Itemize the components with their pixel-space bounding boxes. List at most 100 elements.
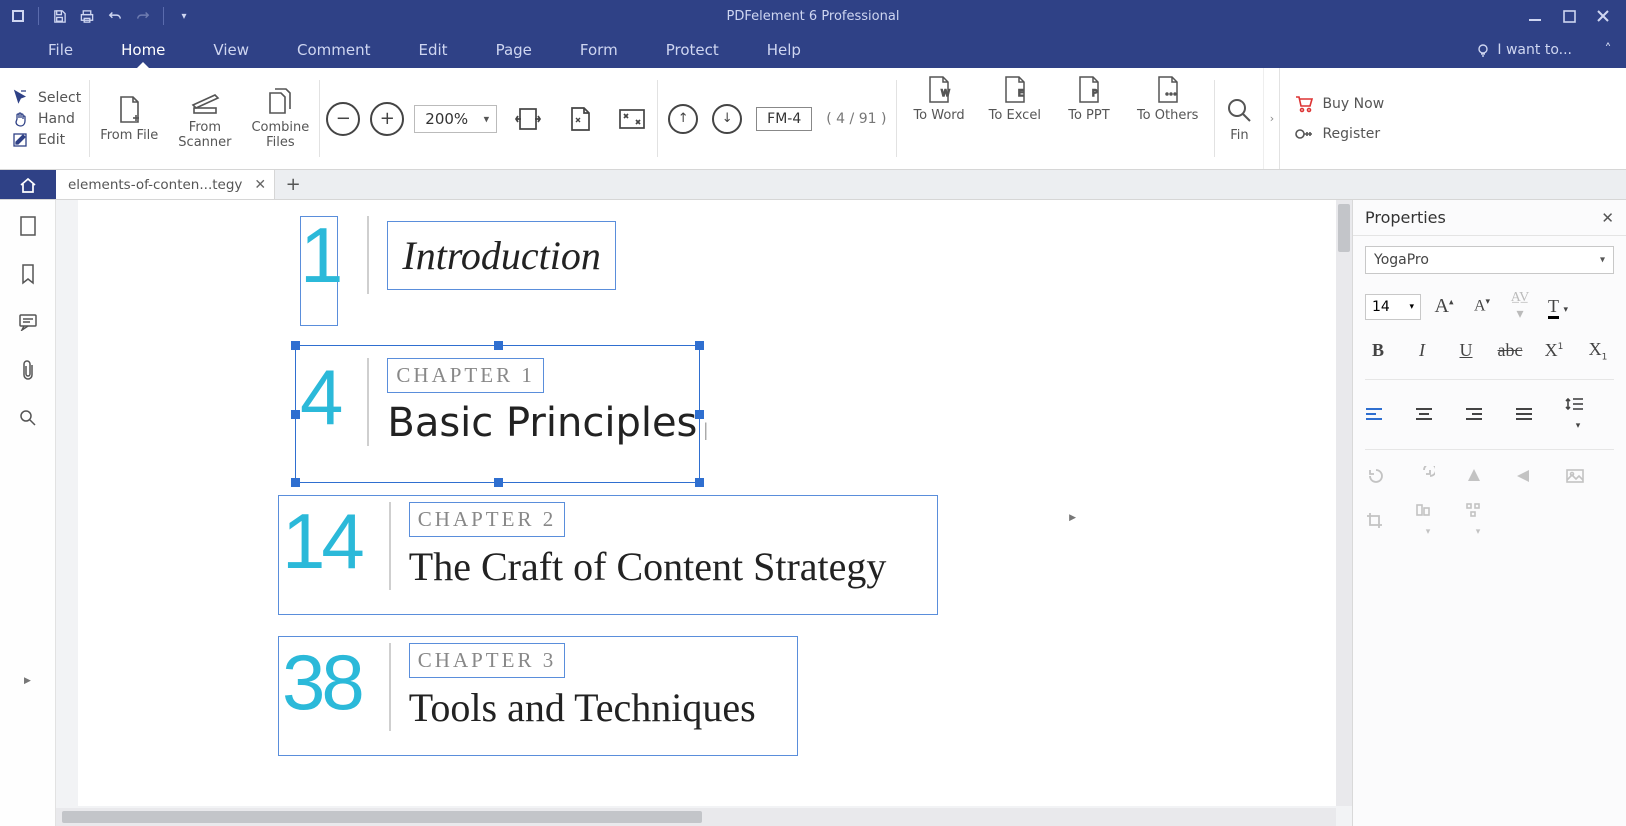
menu-edit[interactable]: Edit: [395, 32, 472, 68]
fit-width-icon[interactable]: [511, 104, 545, 134]
increase-font-icon[interactable]: A▴: [1431, 295, 1457, 318]
ribbon-overflow-icon[interactable]: ›: [1263, 68, 1279, 169]
actual-size-icon[interactable]: [615, 104, 649, 134]
chapter-title[interactable]: Basic Principles|: [387, 399, 708, 446]
hand-tool[interactable]: Hand: [12, 110, 81, 128]
home-icon: [18, 176, 38, 194]
subscript-icon[interactable]: X1: [1585, 339, 1611, 363]
italic-icon[interactable]: I: [1409, 340, 1435, 361]
expand-left-panel[interactable]: ▶: [24, 676, 31, 686]
thumbnails-icon[interactable]: [16, 214, 40, 238]
search-panel-icon[interactable]: [16, 406, 40, 430]
chapter-title[interactable]: Tools and Techniques: [409, 684, 756, 731]
prev-page-button[interactable]: ↑: [668, 104, 698, 134]
save-icon[interactable]: [47, 4, 71, 28]
page-input[interactable]: FM-4: [756, 107, 812, 131]
chapter-title[interactable]: The Craft of Content Strategy: [409, 543, 887, 590]
attachments-icon[interactable]: [16, 358, 40, 382]
char-spacing-icon[interactable]: A̲V̲ ▾: [1507, 290, 1533, 323]
menu-help[interactable]: Help: [743, 32, 825, 68]
edit-tool[interactable]: Edit: [12, 131, 81, 149]
align-justify-icon[interactable]: [1515, 407, 1541, 421]
zoom-select[interactable]: 200%: [414, 105, 497, 133]
menu-home[interactable]: Home: [97, 32, 189, 68]
close-tab-icon[interactable]: ✕: [254, 177, 266, 193]
ppt-icon: P: [1074, 74, 1104, 106]
menu-page[interactable]: Page: [472, 32, 556, 68]
menu-file[interactable]: File: [24, 32, 97, 68]
intro-title[interactable]: Introduction: [387, 221, 616, 290]
combine-files-button[interactable]: Combine Files: [241, 68, 319, 169]
maximize-icon[interactable]: [1552, 4, 1586, 28]
to-ppt-button[interactable]: PTo PPT: [1055, 74, 1123, 124]
collapse-ribbon-icon[interactable]: ˄: [1590, 42, 1626, 58]
chapter-label[interactable]: CHAPTER 3: [409, 643, 565, 678]
right-actions: Buy Now Register: [1279, 68, 1409, 169]
menu-view[interactable]: View: [189, 32, 273, 68]
superscript-icon[interactable]: X1: [1541, 340, 1567, 361]
print-icon[interactable]: [75, 4, 99, 28]
i-want-to[interactable]: I want to...: [1475, 42, 1590, 58]
to-excel-button[interactable]: ETo Excel: [979, 74, 1051, 124]
comments-icon[interactable]: [16, 310, 40, 334]
svg-text:E: E: [1018, 89, 1024, 99]
fit-page-icon[interactable]: [563, 104, 597, 134]
strikethrough-icon[interactable]: abc: [1497, 340, 1523, 361]
bold-icon[interactable]: B: [1365, 340, 1391, 361]
align-objects-icon[interactable]: ▾: [1415, 502, 1441, 539]
chapter-label[interactable]: CHAPTER 2: [409, 502, 565, 537]
minimize-icon[interactable]: [1518, 4, 1552, 28]
text-color-icon[interactable]: T ▾: [1545, 296, 1571, 317]
find-button[interactable]: Fin: [1215, 68, 1263, 169]
ribbon-mode-tools: Select Hand Edit: [0, 68, 89, 169]
page-num[interactable]: 38: [282, 643, 371, 731]
convert-group: WTo Word ETo Excel PTo PPT To Others: [897, 68, 1214, 169]
align-right-icon[interactable]: [1465, 407, 1491, 421]
font-family-select[interactable]: YogaPro: [1365, 246, 1614, 274]
flip-horizontal-icon[interactable]: [1515, 467, 1541, 485]
next-page-button[interactable]: ↓: [712, 104, 742, 134]
decrease-font-icon[interactable]: A▾: [1469, 297, 1495, 315]
vertical-scrollbar[interactable]: [1336, 200, 1352, 806]
menu-comment[interactable]: Comment: [273, 32, 395, 68]
menu-protect[interactable]: Protect: [642, 32, 743, 68]
rotate-right-icon[interactable]: [1415, 466, 1441, 486]
zoom-in-button[interactable]: +: [370, 102, 404, 136]
add-tab-button[interactable]: +: [275, 170, 311, 199]
underline-icon[interactable]: U: [1453, 340, 1479, 361]
doc-tab[interactable]: elements-of-conten...tegy ✕: [56, 170, 275, 199]
close-properties-icon[interactable]: ✕: [1601, 209, 1614, 227]
register-button[interactable]: Register: [1294, 125, 1395, 143]
qat-dropdown-icon[interactable]: ▾: [172, 4, 196, 28]
align-center-icon[interactable]: [1415, 407, 1441, 421]
flip-vertical-icon[interactable]: [1465, 467, 1491, 485]
page-num[interactable]: 1: [300, 216, 349, 294]
line-spacing-icon[interactable]: ▾: [1565, 396, 1591, 433]
home-tab-button[interactable]: [0, 170, 56, 199]
bookmarks-icon[interactable]: [16, 262, 40, 286]
horizontal-scrollbar[interactable]: [56, 808, 1336, 826]
from-file-button[interactable]: From File: [90, 68, 168, 169]
collapse-right-panel[interactable]: ▶: [1069, 513, 1076, 523]
select-tool[interactable]: Select: [12, 89, 81, 107]
to-others-button[interactable]: To Others: [1127, 74, 1209, 124]
chapter-label[interactable]: CHAPTER 1: [387, 358, 543, 393]
align-left-icon[interactable]: [1365, 407, 1391, 421]
page-num[interactable]: 4: [300, 358, 349, 446]
replace-image-icon[interactable]: [1565, 468, 1591, 484]
redo-icon[interactable]: [131, 4, 155, 28]
undo-icon[interactable]: [103, 4, 127, 28]
crop-icon[interactable]: [1365, 511, 1391, 529]
distribute-icon[interactable]: ▾: [1465, 502, 1491, 539]
rotate-left-icon[interactable]: [1365, 466, 1391, 486]
page-num[interactable]: 14: [282, 502, 371, 590]
to-word-button[interactable]: WTo Word: [903, 74, 974, 124]
zoom-out-button[interactable]: −: [326, 102, 360, 136]
from-scanner-button[interactable]: From Scanner: [168, 68, 241, 169]
close-icon[interactable]: [1586, 4, 1620, 28]
menu-form[interactable]: Form: [556, 32, 642, 68]
buy-now-button[interactable]: Buy Now: [1294, 95, 1395, 113]
font-size-select[interactable]: 14▾: [1365, 294, 1421, 320]
properties-title: Properties: [1365, 208, 1446, 227]
canvas[interactable]: 1 Introduction 4 CH: [56, 200, 1352, 826]
